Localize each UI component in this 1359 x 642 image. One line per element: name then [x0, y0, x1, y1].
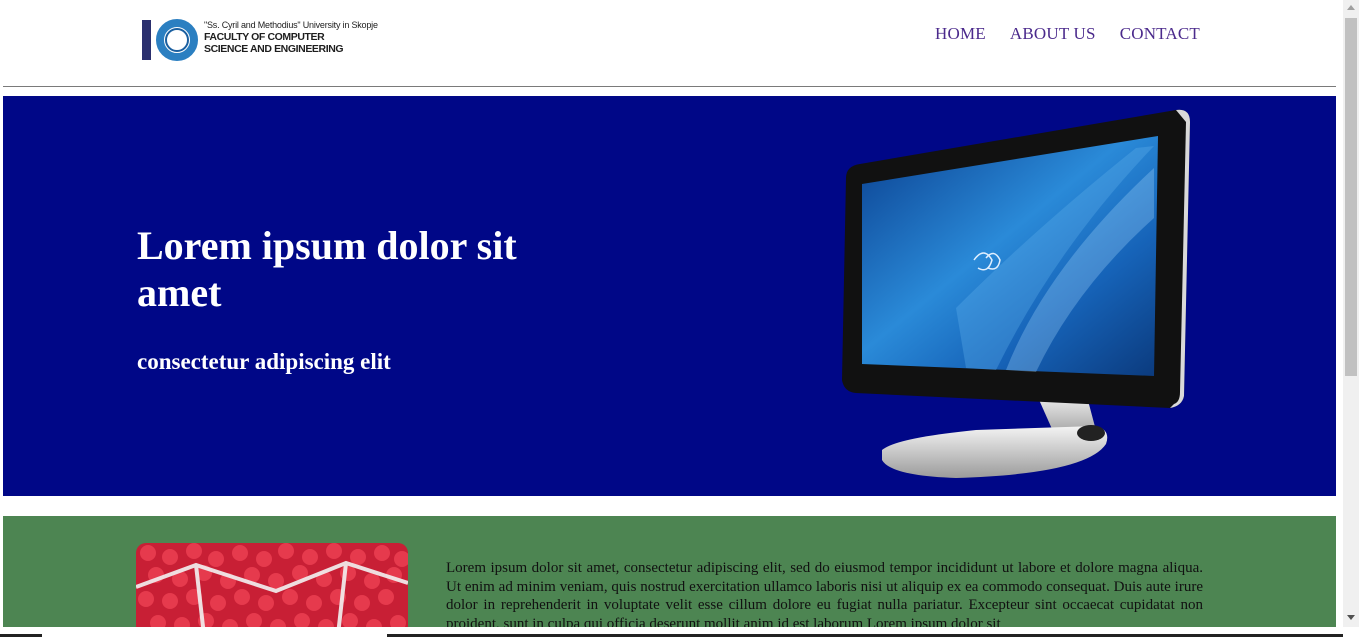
scrollbar-track-icon	[0, 634, 1343, 637]
nav-about-us[interactable]: ABOUT US	[1010, 24, 1096, 44]
content-paragraph: Lorem ipsum dolor sit amet, consectetur …	[446, 560, 1203, 627]
hero-subtitle: consectetur adipiscing elit	[137, 349, 391, 374]
scroll-up-arrow-icon[interactable]	[1343, 0, 1359, 16]
content-section: Lorem ipsum dolor sit amet, consectetur …	[3, 516, 1336, 627]
nav-home[interactable]: HOME	[935, 24, 986, 44]
vertical-scrollbar[interactable]	[1343, 0, 1359, 627]
desktop-monitor-image	[842, 109, 1190, 478]
hero-title: Lorem ipsum dolor sit amet	[137, 223, 517, 315]
io-logo-icon	[142, 19, 198, 61]
nav-contact[interactable]: CONTACT	[1120, 24, 1200, 44]
logo-text: "Ss. Cyril and Methodius" University in …	[204, 20, 378, 55]
hero-banner: Lorem ipsum dolor sit amet consectetur a…	[3, 96, 1336, 496]
logo-faculty-line2: SCIENCE AND ENGINEERING	[204, 43, 344, 55]
logo-faculty-line1: FACULTY OF COMPUTER	[204, 31, 325, 43]
scroll-down-arrow-icon[interactable]	[1343, 609, 1359, 625]
raspberries-image	[136, 543, 408, 627]
site-header: "Ss. Cyril and Methodius" University in …	[0, 0, 1343, 88]
logo-university: "Ss. Cyril and Methodius" University in …	[204, 20, 378, 30]
header-divider	[3, 86, 1336, 87]
finki-logo[interactable]: "Ss. Cyril and Methodius" University in …	[140, 16, 402, 64]
scrollbar-thumb[interactable]	[1345, 18, 1357, 376]
main-nav: HOME ABOUT US CONTACT	[935, 24, 1200, 44]
